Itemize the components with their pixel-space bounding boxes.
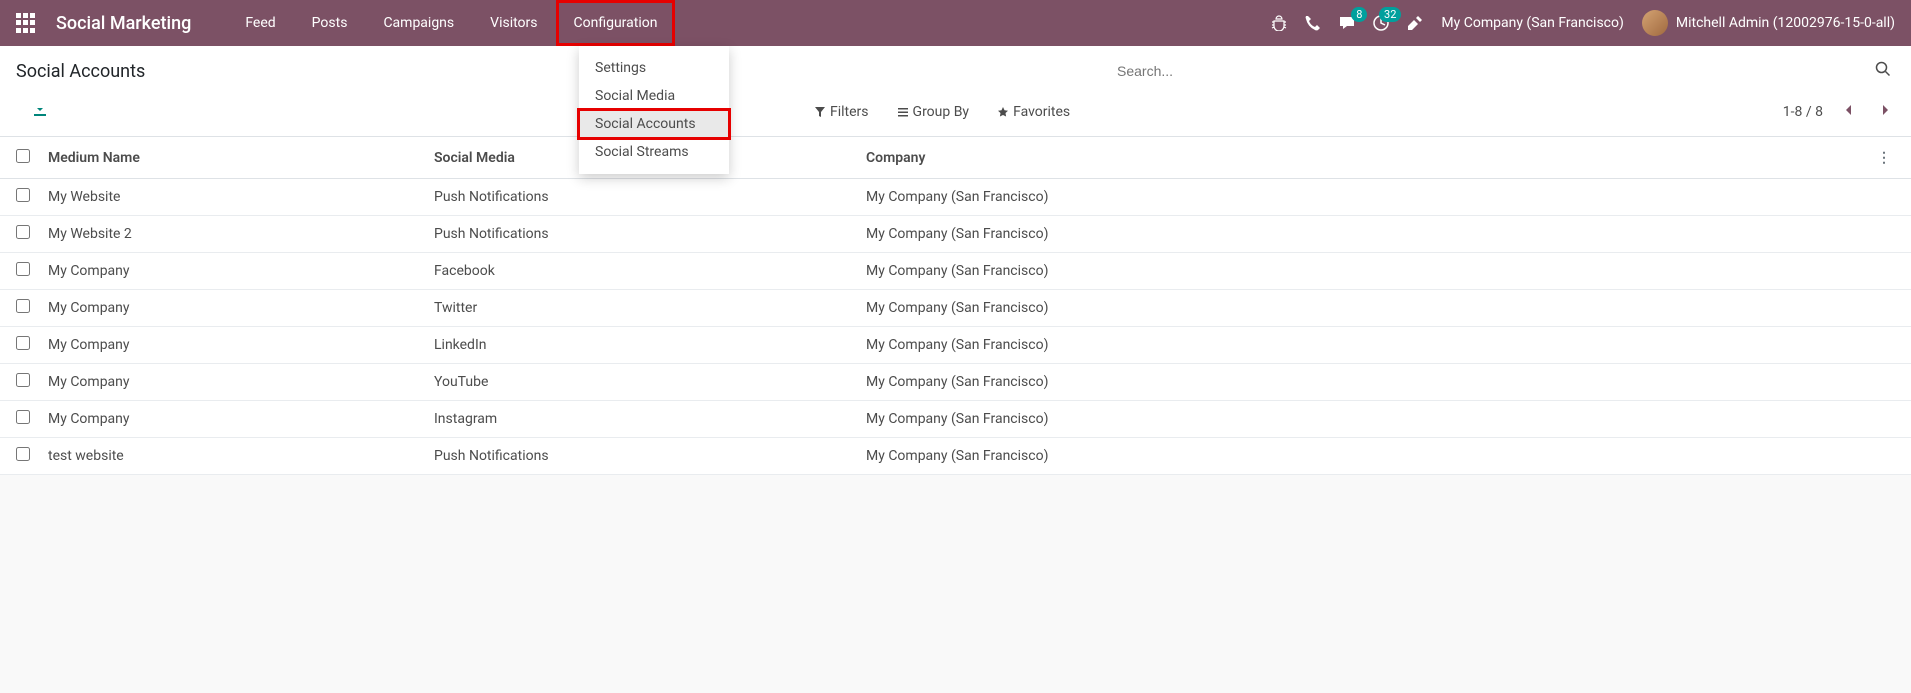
configuration-dropdown: Settings Social Media Social Accounts So… [579, 46, 729, 174]
cell-social: LinkedIn [434, 337, 866, 353]
nav-visitors[interactable]: Visitors [472, 0, 555, 46]
cell-medium: My Company [48, 374, 434, 390]
filter-group: Filters Group By Favorites [814, 104, 1070, 120]
search-input[interactable] [1113, 55, 1895, 87]
dropdown-social-media[interactable]: Social Media [579, 82, 729, 110]
filters-button[interactable]: Filters [814, 104, 869, 120]
cell-medium: test website [48, 448, 434, 464]
activities-badge: 32 [1379, 7, 1401, 22]
cell-company: My Company (San Francisco) [866, 189, 1895, 205]
cell-company: My Company (San Francisco) [866, 337, 1895, 353]
cell-company: My Company (San Francisco) [866, 448, 1895, 464]
cell-medium: My Company [48, 337, 434, 353]
table-row[interactable]: My CompanyYouTubeMy Company (San Francis… [0, 364, 1911, 401]
cell-medium: My Company [48, 411, 434, 427]
pager-value[interactable]: 1-8 / 8 [1783, 104, 1823, 120]
cell-social: Facebook [434, 263, 866, 279]
cell-medium: My Website [48, 189, 434, 205]
search-icon[interactable] [1875, 61, 1891, 81]
favorites-button[interactable]: Favorites [997, 104, 1070, 120]
table-row[interactable]: My CompanyLinkedInMy Company (San Franci… [0, 327, 1911, 364]
cell-medium: My Website 2 [48, 226, 434, 242]
row-checkbox[interactable] [16, 373, 30, 387]
cell-company: My Company (San Francisco) [866, 411, 1895, 427]
table-row[interactable]: My WebsitePush NotificationsMy Company (… [0, 179, 1911, 216]
cell-social: YouTube [434, 374, 866, 390]
dropdown-social-streams[interactable]: Social Streams [579, 138, 729, 166]
table-row[interactable]: test websitePush NotificationsMy Company… [0, 438, 1911, 475]
topbar-right: 8 32 My Company (San Francisco) Mitchell… [1271, 10, 1895, 36]
app-title[interactable]: Social Marketing [56, 13, 191, 34]
messages-icon[interactable]: 8 [1339, 15, 1355, 31]
list-body: My WebsitePush NotificationsMy Company (… [0, 179, 1911, 475]
row-checkbox[interactable] [16, 188, 30, 202]
export-button[interactable] [32, 102, 48, 122]
row-checkbox[interactable] [16, 410, 30, 424]
nav-campaigns[interactable]: Campaigns [365, 0, 472, 46]
cell-social: Push Notifications [434, 189, 866, 205]
list-header: Medium Name Social Media Company ⋮ [0, 137, 1911, 179]
pager-prev[interactable] [1839, 100, 1859, 124]
row-checkbox[interactable] [16, 262, 30, 276]
breadcrumb: Social Accounts [16, 61, 145, 82]
cell-social: Push Notifications [434, 226, 866, 242]
groupby-button[interactable]: Group By [897, 104, 970, 120]
user-menu[interactable]: Mitchell Admin (12002976-15-0-all) [1642, 10, 1895, 36]
nav-posts[interactable]: Posts [294, 0, 366, 46]
user-name: Mitchell Admin (12002976-15-0-all) [1676, 15, 1895, 31]
row-checkbox[interactable] [16, 336, 30, 350]
row-checkbox[interactable] [16, 447, 30, 461]
cell-company: My Company (San Francisco) [866, 374, 1895, 390]
select-all-checkbox[interactable] [16, 149, 30, 163]
search-wrap [1113, 55, 1895, 87]
cell-medium: My Company [48, 300, 434, 316]
favorites-label: Favorites [1013, 104, 1070, 120]
debug-icon[interactable] [1271, 15, 1287, 31]
cell-social: Push Notifications [434, 448, 866, 464]
nav-menu: Feed Posts Campaigns Visitors Configurat… [227, 0, 675, 46]
apps-icon[interactable] [16, 13, 36, 33]
table-row[interactable]: My Website 2Push NotificationsMy Company… [0, 216, 1911, 253]
row-checkbox[interactable] [16, 299, 30, 313]
table-row[interactable]: My CompanyTwitterMy Company (San Francis… [0, 290, 1911, 327]
groupby-label: Group By [913, 104, 970, 120]
cell-social: Instagram [434, 411, 866, 427]
cell-company: My Company (San Francisco) [866, 300, 1895, 316]
phone-icon[interactable] [1305, 15, 1321, 31]
pager-next[interactable] [1875, 100, 1895, 124]
topbar: Social Marketing Feed Posts Campaigns Vi… [0, 0, 1911, 46]
columns-menu-icon[interactable]: ⋮ [1873, 150, 1895, 166]
dropdown-settings[interactable]: Settings [579, 54, 729, 82]
activities-icon[interactable]: 32 [1373, 15, 1389, 31]
col-header-medium[interactable]: Medium Name [48, 150, 434, 166]
avatar [1642, 10, 1668, 36]
dropdown-social-accounts[interactable]: Social Accounts [579, 110, 729, 138]
company-selector[interactable]: My Company (San Francisco) [1441, 15, 1623, 31]
col-header-company[interactable]: Company [866, 150, 1873, 166]
nav-configuration[interactable]: Configuration [556, 0, 676, 46]
cell-company: My Company (San Francisco) [866, 263, 1895, 279]
table-row[interactable]: My CompanyFacebookMy Company (San Franci… [0, 253, 1911, 290]
row-checkbox[interactable] [16, 225, 30, 239]
list-view: Medium Name Social Media Company ⋮ My We… [0, 137, 1911, 475]
cell-medium: My Company [48, 263, 434, 279]
tools-icon[interactable] [1407, 15, 1423, 31]
filters-label: Filters [830, 104, 869, 120]
cell-company: My Company (San Francisco) [866, 226, 1895, 242]
nav-feed[interactable]: Feed [227, 0, 293, 46]
pager: 1-8 / 8 [1783, 100, 1895, 124]
cell-social: Twitter [434, 300, 866, 316]
messages-badge: 8 [1351, 7, 1367, 22]
control-panel: Social Accounts Filters Group By Favorit… [0, 46, 1911, 137]
table-row[interactable]: My CompanyInstagramMy Company (San Franc… [0, 401, 1911, 438]
